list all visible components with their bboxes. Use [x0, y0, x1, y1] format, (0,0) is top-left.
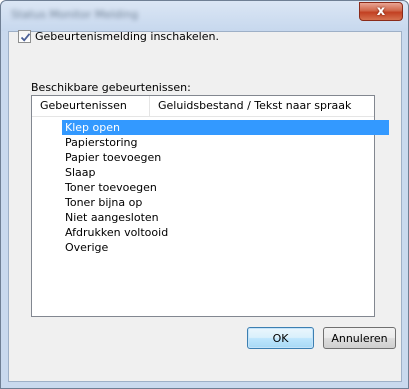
dialog-window: Status Monitor Melding x Gebeurtenismeld… [0, 0, 409, 389]
list-item[interactable]: Afdrukken voltooid [32, 225, 374, 240]
enable-notification-checkbox[interactable] [18, 29, 31, 43]
list-item-label: Papierstoring [65, 136, 138, 149]
list-item-label: Slaap [65, 166, 96, 179]
cancel-button[interactable]: Annuleren [323, 327, 396, 349]
list-item[interactable]: Toner toevoegen [32, 180, 374, 195]
column-header-events[interactable]: Gebeurtenissen [32, 96, 150, 116]
close-icon: x [376, 4, 386, 19]
list-item-label: Papier toevoegen [65, 151, 162, 164]
event-list: Klep open Papierstoring Papier toevoegen… [32, 120, 389, 255]
list-item-label: Toner toevoegen [65, 181, 157, 194]
list-item[interactable]: Niet aangesloten [32, 210, 374, 225]
list-item[interactable]: Papier toevoegen [32, 150, 374, 165]
listview-header: Gebeurtenissen Geluidsbestand / Tekst na… [32, 96, 374, 117]
list-item-label: Afdrukken voltooid [65, 226, 169, 239]
list-item-label: Klep open [65, 121, 120, 134]
checkmark-icon [20, 32, 31, 42]
enable-notification-label[interactable]: Gebeurtenismelding inschakelen. [35, 30, 219, 43]
list-item[interactable]: Toner bijna op [32, 195, 374, 210]
available-events-label: Beschikbare gebeurtenissen: [31, 81, 191, 94]
enable-notification-row[interactable]: Gebeurtenismelding inschakelen. [18, 29, 219, 43]
column-header-sound-file[interactable]: Geluidsbestand / Tekst naar spraak [150, 96, 374, 116]
list-item-label: Overige [65, 241, 109, 254]
list-item[interactable]: Klep open [32, 120, 389, 135]
close-button[interactable]: x [359, 2, 403, 21]
list-item-label: Niet aangesloten [65, 211, 159, 224]
events-listview[interactable]: Gebeurtenissen Geluidsbestand / Tekst na… [31, 95, 389, 317]
list-item[interactable]: Slaap [32, 165, 374, 180]
window-title: Status Monitor Melding [11, 8, 139, 21]
title-bar[interactable]: Status Monitor Melding x [1, 1, 408, 31]
list-item[interactable]: Overige [32, 240, 374, 255]
list-item-label: Toner bijna op [65, 196, 143, 209]
list-item[interactable]: Papierstoring [32, 135, 374, 150]
ok-button[interactable]: OK [247, 327, 314, 349]
